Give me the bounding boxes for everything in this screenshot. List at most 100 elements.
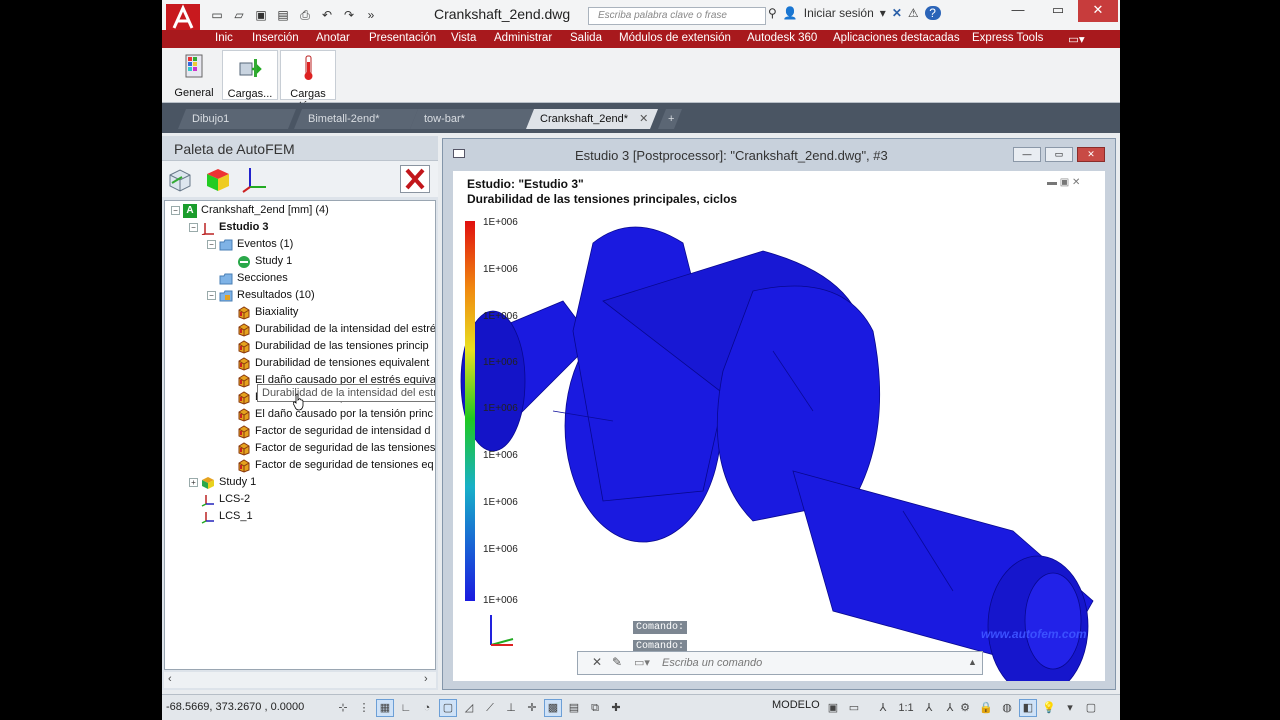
save-as-icon[interactable]: ▤ bbox=[274, 8, 292, 23]
expand-icon[interactable]: + bbox=[189, 478, 198, 487]
hardware-accel-icon[interactable]: ◍ bbox=[998, 699, 1016, 717]
clean-screen-icon[interactable]: ▢ bbox=[1082, 699, 1100, 717]
minimize-button[interactable]: — bbox=[998, 0, 1038, 22]
general-button[interactable]: General bbox=[166, 50, 222, 100]
cargas-termicas-button[interactable]: Cargas té... bbox=[280, 50, 336, 112]
tab-aplicaciones[interactable]: Aplicaciones destacadas bbox=[833, 32, 960, 44]
tab-modulos[interactable]: Módulos de extensión bbox=[619, 32, 731, 44]
quick-props-icon[interactable]: ⧉ bbox=[586, 699, 604, 717]
osnap-icon[interactable]: ▢ bbox=[439, 699, 457, 717]
file-tab-dibujo1[interactable]: Dibujo1 bbox=[178, 109, 296, 129]
quick-view-layouts-icon[interactable]: ▣ bbox=[824, 699, 842, 717]
tree-node-result[interactable]: Durabilidad de las tensiones princip bbox=[237, 338, 429, 355]
3d-osnap-icon[interactable]: ◿ bbox=[460, 699, 478, 717]
tab-insercion[interactable]: Inserción bbox=[252, 32, 299, 44]
command-history-toggle-icon[interactable]: ▲ bbox=[968, 657, 977, 667]
help-icon[interactable]: ? bbox=[924, 6, 941, 20]
tab-autodesk-360[interactable]: Autodesk 360 bbox=[747, 32, 817, 44]
wrench-icon[interactable]: ✎ bbox=[612, 655, 622, 669]
grid-icon[interactable]: ▦ bbox=[376, 699, 394, 717]
model-space-button[interactable]: MODELO bbox=[772, 699, 820, 711]
tab-administrar[interactable]: Administrar bbox=[494, 32, 552, 44]
save-icon[interactable]: ▣ bbox=[252, 8, 270, 23]
tab-express-tools[interactable]: Express Tools bbox=[972, 32, 1043, 44]
tree-node-estudio-3[interactable]: − Estudio 3 bbox=[189, 219, 269, 236]
chevron-down-icon[interactable]: ▾ bbox=[880, 6, 886, 20]
otrack-icon[interactable]: ⟋ bbox=[481, 699, 499, 717]
annotation-scale-icon[interactable]: ⅄ bbox=[874, 699, 892, 717]
tab-anotar[interactable]: Anotar bbox=[316, 32, 350, 44]
binoculars-icon[interactable]: ⚲ bbox=[768, 6, 777, 20]
ducs-icon[interactable]: ⊥ bbox=[502, 699, 520, 717]
results-cube-icon[interactable] bbox=[204, 165, 232, 193]
selection-cycling-icon[interactable]: ✚ bbox=[607, 699, 625, 717]
infer-constraints-icon[interactable]: ⊹ bbox=[334, 699, 352, 717]
command-prompt-icon[interactable]: ▭▾ bbox=[634, 656, 650, 669]
lightbulb-icon[interactable]: 💡 bbox=[1040, 699, 1058, 717]
status-menu-icon[interactable]: ▾ bbox=[1061, 699, 1079, 717]
scroll-right-icon[interactable]: › bbox=[424, 673, 428, 685]
tree-node-result[interactable]: Factor de seguridad de intensidad d bbox=[237, 423, 431, 440]
tab-vista[interactable]: Vista bbox=[451, 32, 476, 44]
collapse-icon[interactable]: − bbox=[171, 206, 180, 215]
dyn-input-icon[interactable]: ✛ bbox=[523, 699, 541, 717]
tree-node-lcs-1[interactable]: LCS_1 bbox=[201, 508, 253, 525]
transparency-icon[interactable]: ▤ bbox=[565, 699, 583, 717]
search-input[interactable]: Escriba palabra clave o frase bbox=[588, 7, 766, 25]
window-menu-icon[interactable] bbox=[453, 149, 465, 158]
mesh-cube-icon[interactable] bbox=[166, 165, 194, 193]
close-icon[interactable]: ✕ bbox=[592, 655, 602, 669]
coordinate-system-icon[interactable] bbox=[240, 165, 268, 193]
ortho-icon[interactable]: ∟ bbox=[397, 699, 415, 717]
tree-node-result[interactable]: El daño causado por la tensión princ bbox=[237, 406, 433, 423]
print-icon[interactable]: ⎙ bbox=[296, 8, 314, 23]
tree-node-result[interactable]: Biaxiality bbox=[237, 304, 298, 321]
close-study-button[interactable] bbox=[400, 165, 430, 193]
file-tab-crankshaft[interactable]: Crankshaft_2end* ✕ bbox=[526, 109, 658, 129]
tree-node-study-1[interactable]: + Study 1 bbox=[189, 474, 256, 491]
scroll-left-icon[interactable]: ‹ bbox=[168, 673, 172, 685]
cargas-button[interactable]: Cargas... bbox=[222, 50, 278, 100]
study-maximize-button[interactable]: ▭ bbox=[1045, 147, 1073, 162]
open-icon[interactable]: ▱ bbox=[230, 8, 248, 23]
tree-node-result[interactable]: Durabilidad de la intensidad del estrés bbox=[237, 321, 435, 338]
autocad-logo-icon[interactable] bbox=[166, 4, 200, 32]
study-minimize-button[interactable]: — bbox=[1013, 147, 1041, 162]
a360-icon[interactable]: ⚠ bbox=[908, 6, 919, 20]
collapse-icon[interactable]: − bbox=[207, 291, 216, 300]
undo-icon[interactable]: ↶ bbox=[318, 8, 336, 23]
tree-node-resultados[interactable]: − Resultados (10) bbox=[207, 287, 315, 304]
isolate-objects-icon[interactable]: ◧ bbox=[1019, 699, 1037, 717]
exchange-icon[interactable]: ✕ bbox=[892, 6, 902, 20]
close-button[interactable]: ✕ bbox=[1078, 0, 1118, 22]
tab-presentacion[interactable]: Presentación bbox=[369, 32, 436, 44]
study-close-button[interactable]: ✕ bbox=[1077, 147, 1105, 162]
redo-icon[interactable]: ↷ bbox=[340, 8, 358, 23]
annotation-visibility-icon[interactable]: ⅄ bbox=[920, 699, 938, 717]
lock-icon[interactable]: 🔒 bbox=[977, 699, 995, 717]
model-viewport[interactable]: Estudio: "Estudio 3" Durabilidad de las … bbox=[453, 171, 1105, 681]
tree-node-result[interactable]: Factor de seguridad de tensiones eq bbox=[237, 457, 434, 474]
workspace-gear-icon[interactable]: ⚙ bbox=[956, 699, 974, 717]
tree-node-result[interactable]: Factor de seguridad de las tensiones bbox=[237, 440, 435, 457]
sign-in-link[interactable]: Iniciar sesión bbox=[804, 6, 874, 20]
tree-node-secciones[interactable]: Secciones bbox=[219, 270, 288, 287]
tree-node-eventos[interactable]: − Eventos (1) bbox=[207, 236, 293, 253]
more-icon[interactable]: » bbox=[362, 8, 380, 23]
collapse-icon[interactable]: − bbox=[189, 223, 198, 232]
collapse-icon[interactable]: − bbox=[207, 240, 216, 249]
lineweight-icon[interactable]: ▩ bbox=[544, 699, 562, 717]
tab-salida[interactable]: Salida bbox=[570, 32, 602, 44]
tree-node-lcs-2[interactable]: LCS-2 bbox=[201, 491, 250, 508]
new-icon[interactable]: ▭ bbox=[208, 8, 226, 23]
new-tab-button[interactable]: + bbox=[658, 109, 682, 129]
quick-view-drawings-icon[interactable]: ▭ bbox=[845, 699, 863, 717]
tree-node-result[interactable]: Durabilidad de tensiones equivalent bbox=[237, 355, 429, 372]
polar-icon[interactable]: ◔ bbox=[418, 699, 436, 717]
command-line[interactable]: ✕ ✎ ▭▾ Escriba un comando ▲ bbox=[577, 651, 983, 675]
maximize-button[interactable]: ▭ bbox=[1038, 0, 1078, 22]
annotation-scale-value[interactable]: 1:1 bbox=[895, 699, 917, 717]
tree-node-event-study-1[interactable]: Study 1 bbox=[237, 253, 292, 270]
tree-node-model[interactable]: − A Crankshaft_2end [mm] (4) bbox=[171, 202, 329, 219]
file-tab-tow-bar[interactable]: tow-bar* bbox=[410, 109, 534, 129]
